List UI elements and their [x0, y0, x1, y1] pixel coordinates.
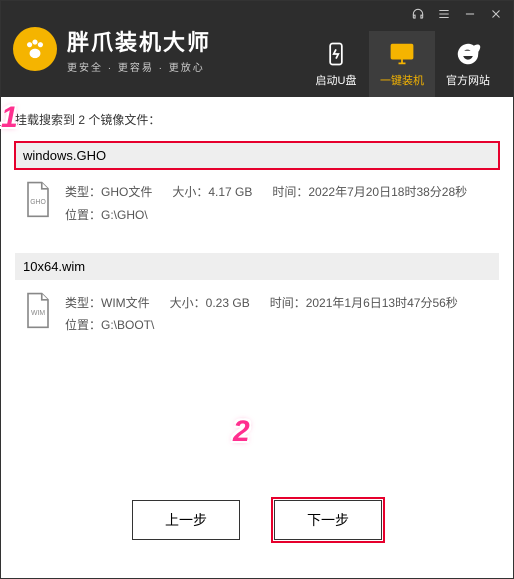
- headset-icon[interactable]: [411, 7, 425, 21]
- app-window: 胖爪装机大师 更安全 · 更容易 · 更放心 启动U盘 一键装机 官方网站: [0, 0, 514, 579]
- brand-title: 胖爪装机大师: [67, 25, 211, 57]
- menu-icon[interactable]: [437, 7, 451, 21]
- file-location: 位置：G:\BOOT\: [65, 314, 458, 337]
- file-time: 时间：2022年7月20日18时38分28秒: [272, 181, 467, 204]
- file-item-0[interactable]: windows.GHO GHO 类型：GHO文件 大小：4.17 GB 时间：2…: [15, 142, 499, 239]
- ie-icon: [454, 40, 482, 68]
- nav-tabs: 启动U盘 一键装机 官方网站: [303, 31, 501, 97]
- annotation-2: 2: [233, 415, 250, 449]
- monitor-icon: [388, 40, 416, 68]
- close-icon[interactable]: [489, 7, 503, 21]
- file-type: 类型：WIM文件: [65, 292, 150, 315]
- tab-boot-label: 启动U盘: [316, 72, 357, 88]
- tab-reinstall-label: 一键装机: [380, 72, 424, 88]
- button-row: 上一步 下一步: [1, 500, 513, 540]
- file-size: 大小：4.17 GB: [172, 181, 252, 204]
- file-size: 大小：0.23 GB: [170, 292, 250, 315]
- file-icon: GHO: [23, 181, 53, 219]
- file-name-1: 10x64.wim: [15, 253, 499, 280]
- minimize-icon[interactable]: [463, 7, 477, 21]
- file-time: 时间：2021年1月6日13时47分56秒: [270, 292, 458, 315]
- logo-area: 胖爪装机大师 更安全 · 更容易 · 更放心: [13, 25, 211, 74]
- logo-circle: [13, 27, 57, 71]
- file-type: 类型：GHO文件: [65, 181, 152, 204]
- brand-subtitle: 更安全 · 更容易 · 更放心: [67, 59, 211, 74]
- usb-icon: [322, 40, 350, 68]
- search-prefix: 挂载搜索到: [15, 113, 78, 127]
- file-item-1[interactable]: 10x64.wim WIM 类型：WIM文件 大小：0.23 GB 时间：202…: [15, 253, 499, 350]
- content-area: 挂载搜索到 2 个镜像文件： windows.GHO GHO 类型：GHO文件 …: [1, 97, 513, 349]
- file-location: 位置：G:\GHO\: [65, 204, 467, 227]
- file-meta-0: 类型：GHO文件 大小：4.17 GB 时间：2022年7月20日18时38分2…: [65, 181, 467, 227]
- svg-text:GHO: GHO: [30, 199, 46, 206]
- file-meta-1: 类型：WIM文件 大小：0.23 GB 时间：2021年1月6日13时47分56…: [65, 292, 458, 338]
- tab-official-site[interactable]: 官方网站: [435, 31, 501, 97]
- window-controls: [411, 7, 503, 21]
- next-button[interactable]: 下一步: [274, 500, 382, 540]
- tab-boot-usb[interactable]: 启动U盘: [303, 31, 369, 97]
- file-body-0: GHO 类型：GHO文件 大小：4.17 GB 时间：2022年7月20日18时…: [15, 169, 499, 239]
- titlebar: 胖爪装机大师 更安全 · 更容易 · 更放心 启动U盘 一键装机 官方网站: [1, 1, 513, 97]
- file-body-1: WIM 类型：WIM文件 大小：0.23 GB 时间：2021年1月6日13时4…: [15, 280, 499, 350]
- tab-reinstall[interactable]: 一键装机: [369, 31, 435, 97]
- search-summary: 挂载搜索到 2 个镜像文件：: [15, 111, 499, 128]
- prev-button[interactable]: 上一步: [132, 500, 240, 540]
- tab-site-label: 官方网站: [446, 72, 490, 88]
- search-suffix: 个镜像文件：: [85, 113, 160, 127]
- svg-text:WIM: WIM: [31, 309, 45, 316]
- file-icon: WIM: [23, 292, 53, 330]
- file-name-0: windows.GHO: [15, 142, 499, 169]
- annotation-1: 1: [1, 101, 18, 135]
- paw-icon: [22, 36, 48, 62]
- brand-text: 胖爪装机大师 更安全 · 更容易 · 更放心: [67, 25, 211, 74]
